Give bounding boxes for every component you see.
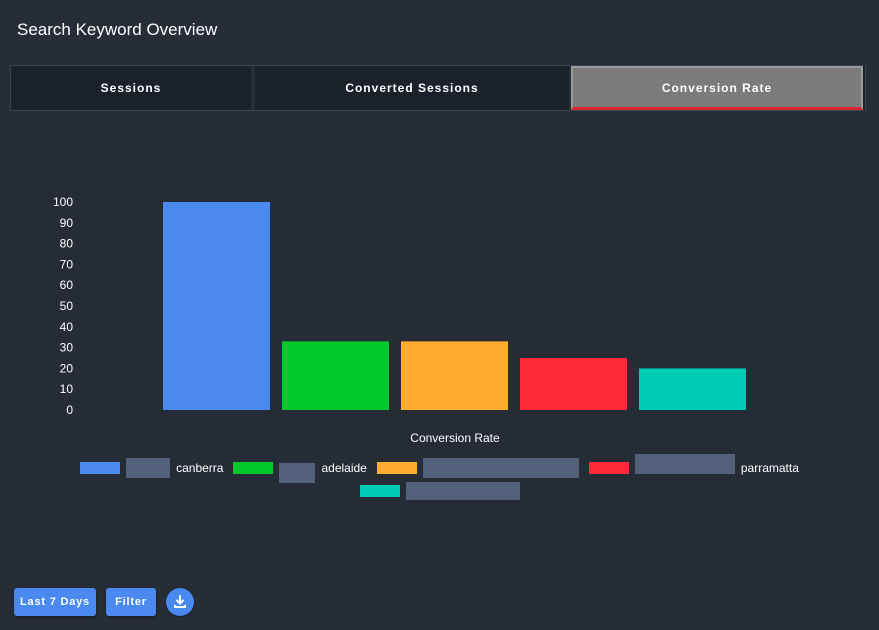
y-tick-label: 90 [60,216,74,230]
bar-series-2[interactable] [401,341,508,410]
redacted-block [279,463,316,483]
legend-swatch [376,462,417,474]
date-range-button[interactable]: Last 7 Days [14,588,96,616]
legend-row-2 [0,481,879,501]
filter-button[interactable]: Filter [106,588,156,616]
y-tick-label: 40 [60,320,74,334]
y-tick-label: 50 [60,299,74,313]
y-tick-label: 0 [66,403,73,417]
y-tick-label: 20 [60,361,74,375]
legend-item-parramatta[interactable]: parramatta [588,454,799,475]
legend-item-teal[interactable] [359,482,520,500]
legend-item-canberra[interactable]: canberra [80,458,223,478]
y-tick-label: 60 [60,278,74,292]
y-tick-label: 100 [53,195,73,209]
download-button[interactable] [166,588,194,616]
y-tick-label: 80 [60,237,74,251]
legend-swatch [359,485,400,497]
bar-parramatta[interactable] [520,358,627,410]
legend-swatch [588,462,629,474]
legend-item-orange[interactable] [376,458,579,478]
redacted-block [422,458,579,478]
legend-label: adelaide [321,461,367,475]
legend-label: canberra [176,461,224,475]
legend-swatch [233,462,274,474]
bar-adelaide[interactable] [282,341,389,410]
y-tick-label: 10 [60,382,74,396]
y-tick-label: 30 [60,341,74,355]
legend-item-adelaide[interactable]: adelaide [233,453,367,483]
bar-canberra[interactable] [163,202,270,410]
legend-label: parramatta [740,461,799,475]
chart-legend: canberra adelaide parramatta [0,454,879,504]
x-axis-label: Conversion Rate [410,431,500,445]
bar-chart: 0 10 20 30 40 50 60 70 80 90 100 Conversion Rate [53,195,746,445]
redacted-block [126,458,171,478]
legend-swatch [80,462,121,474]
download-icon [174,595,186,608]
bar-series-4[interactable] [639,368,746,410]
redacted-block [405,482,520,500]
y-tick-label: 70 [60,257,74,271]
legend-row-1: canberra adelaide parramatta [0,454,879,483]
redacted-block [634,454,735,474]
